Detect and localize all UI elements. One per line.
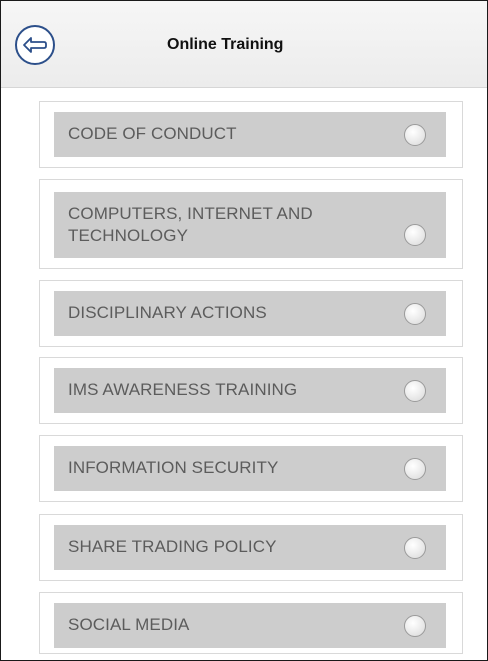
radio-icon[interactable] — [404, 615, 426, 637]
radio-icon[interactable] — [404, 303, 426, 325]
training-item-label: INFORMATION SECURITY — [68, 458, 279, 477]
page-title: Online Training — [167, 36, 284, 53]
training-item-label: IMS AWARENESS TRAINING — [68, 380, 298, 399]
back-arrow-icon — [23, 37, 47, 53]
training-item-share-trading-policy[interactable]: SHARE TRADING POLICY — [54, 525, 446, 570]
radio-icon[interactable] — [404, 224, 426, 246]
training-item-ims-awareness-training[interactable]: IMS AWARENESS TRAINING — [54, 368, 446, 413]
training-item-information-security[interactable]: INFORMATION SECURITY — [54, 446, 446, 491]
training-card: SOCIAL MEDIA — [39, 592, 463, 654]
training-item-label: DISCIPLINARY ACTIONS — [68, 303, 267, 322]
radio-icon[interactable] — [404, 537, 426, 559]
top-bar: Online Training — [1, 1, 487, 88]
training-item-computers-internet-technology[interactable]: COMPUTERS, INTERNET AND TECHNOLOGY — [54, 192, 446, 258]
training-card: COMPUTERS, INTERNET AND TECHNOLOGY — [39, 179, 463, 269]
training-item-social-media[interactable]: SOCIAL MEDIA — [54, 603, 446, 648]
app-screen: Online Training CODE OF CONDUCT COMPUTER… — [0, 0, 488, 661]
radio-icon[interactable] — [404, 380, 426, 402]
radio-icon[interactable] — [404, 458, 426, 480]
training-card: INFORMATION SECURITY — [39, 435, 463, 502]
training-item-label: SHARE TRADING POLICY — [68, 537, 277, 556]
training-card: CODE OF CONDUCT — [39, 101, 463, 168]
back-button[interactable] — [15, 25, 55, 65]
training-item-disciplinary-actions[interactable]: DISCIPLINARY ACTIONS — [54, 291, 446, 336]
training-item-label: SOCIAL MEDIA — [68, 615, 190, 634]
training-item-label-line-2: TECHNOLOGY — [68, 226, 189, 245]
radio-icon[interactable] — [404, 124, 426, 146]
training-card: SHARE TRADING POLICY — [39, 514, 463, 581]
training-card: DISCIPLINARY ACTIONS — [39, 280, 463, 347]
training-item-label: CODE OF CONDUCT — [68, 124, 237, 143]
training-item-code-of-conduct[interactable]: CODE OF CONDUCT — [54, 112, 446, 157]
training-card: IMS AWARENESS TRAINING — [39, 357, 463, 424]
training-item-label-line-1: COMPUTERS, INTERNET AND — [68, 204, 313, 223]
